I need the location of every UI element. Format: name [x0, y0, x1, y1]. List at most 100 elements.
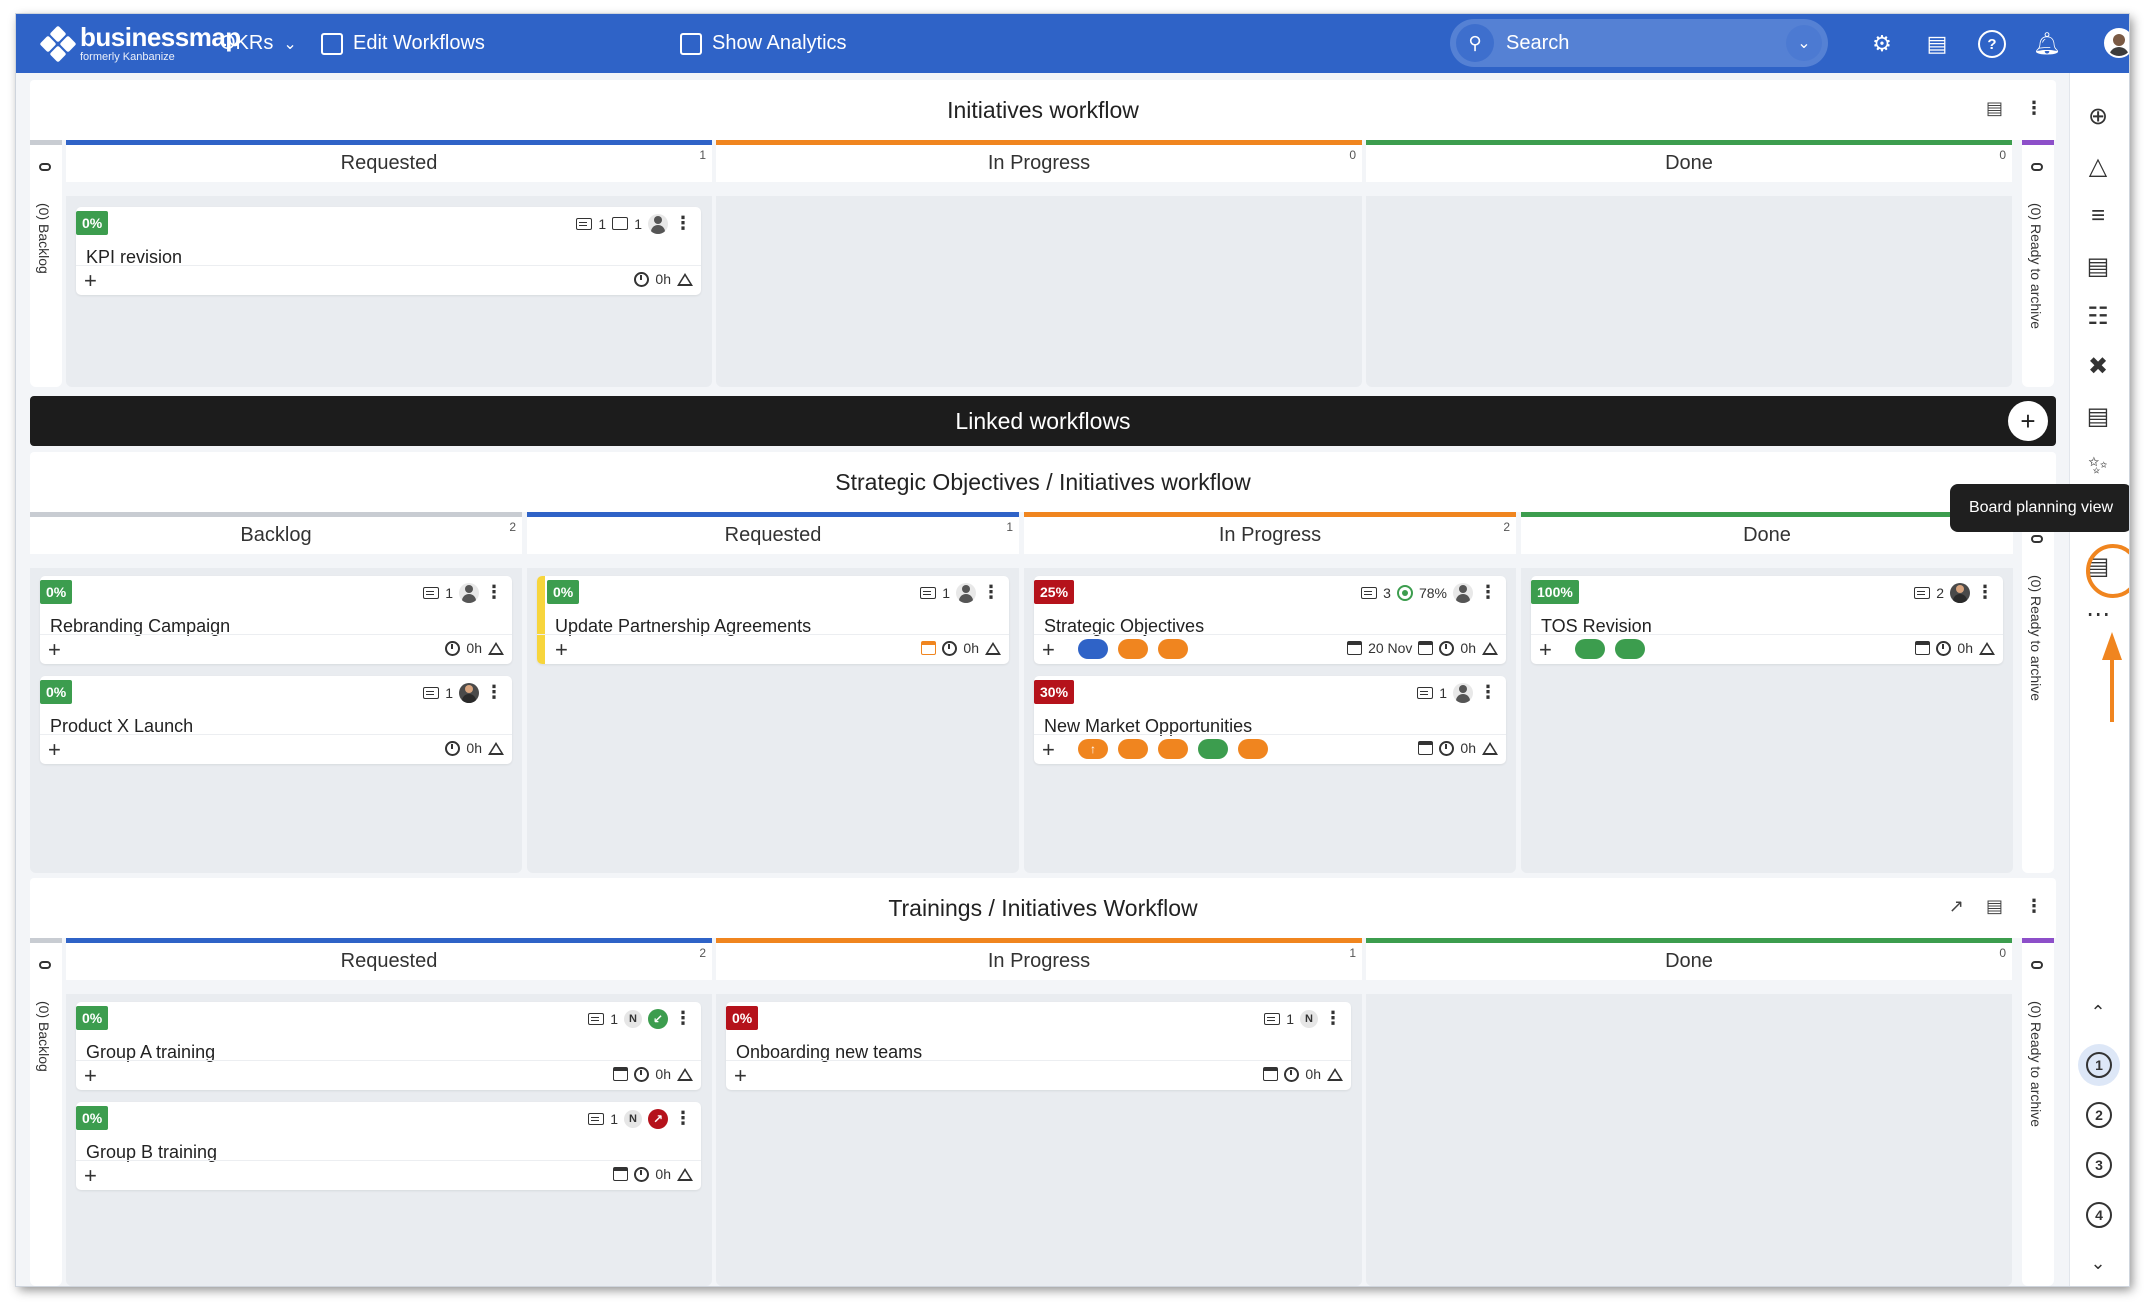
card-update-partnership-agreements[interactable]: 0% 1 ⋮ Update Partnership Agreements + 0… — [537, 576, 1009, 664]
notifications-bell-icon[interactable]: 🔔︎ — [2033, 30, 2061, 58]
initials-badge[interactable]: N — [624, 1009, 642, 1028]
child-card-tag[interactable] — [1158, 639, 1188, 659]
assignee-avatar-icon[interactable] — [1950, 582, 1970, 603]
blocker-icon[interactable] — [677, 1167, 693, 1181]
okrs-dropdown[interactable]: OKRs ⌄ — [220, 14, 297, 73]
child-card-tag[interactable] — [1615, 639, 1645, 659]
blocker-icon[interactable] — [1979, 641, 1995, 655]
card-menu-icon[interactable]: ⋮ — [674, 213, 692, 234]
collapse-toggle-icon[interactable] — [39, 961, 51, 969]
add-icon[interactable]: + — [48, 637, 61, 663]
card-menu-icon[interactable]: ⋮ — [982, 582, 1000, 603]
hierarchy-icon[interactable]: ☷ — [2083, 301, 2113, 331]
document-icon[interactable]: ▤ — [2083, 401, 2113, 431]
chevron-down-icon[interactable]: ⌄ — [2083, 1248, 2113, 1278]
collapse-toggle-icon[interactable] — [2031, 961, 2043, 969]
chevron-up-icon[interactable]: ⌃ — [2083, 997, 2113, 1027]
card-group-a-training[interactable]: 0% 1 N ↙ ⋮ Group A training + 0h — [76, 1002, 701, 1090]
sparkle-ai-icon[interactable]: ✨︎ — [2083, 451, 2113, 481]
blocker-icon[interactable] — [488, 641, 504, 655]
card-menu-icon[interactable]: ⋮ — [674, 1008, 692, 1029]
child-card-tag[interactable] — [1118, 639, 1148, 659]
show-analytics-button[interactable]: Show Analytics — [680, 14, 847, 73]
backlog-collapsed-column[interactable]: (0) Backlog — [30, 938, 62, 1286]
search-input[interactable] — [1506, 31, 1766, 55]
assignee-avatar-icon[interactable] — [459, 682, 479, 703]
more-options-icon[interactable]: ⋮ — [2025, 98, 2043, 119]
ready-to-archive-column[interactable]: (0) Ready to archive — [2022, 938, 2054, 1286]
blocker-icon[interactable] — [1482, 741, 1498, 755]
card-menu-icon[interactable]: ⋮ — [485, 582, 503, 603]
add-icon[interactable]: + — [84, 268, 97, 294]
add-icon[interactable]: + — [1042, 637, 1055, 663]
card-rebranding-campaign[interactable]: 0% 1 ⋮ Rebranding Campaign + 0h — [40, 576, 512, 664]
search-options-chevron-icon[interactable]: ⌄ — [1786, 25, 1822, 61]
assignee-avatar-icon[interactable] — [1453, 682, 1473, 703]
backlog-collapsed-column[interactable]: (0) Backlog — [30, 140, 62, 387]
card-tos-revision[interactable]: 100% 2 ⋮ TOS Revision + 0h — [1531, 576, 2003, 664]
card-product-x-launch[interactable]: 0% 1 ⋮ Product X Launch + 0h — [40, 676, 512, 764]
card-new-market-opportunities[interactable]: 30% 1 ⋮ New Market Opportunities + ↑ 0h — [1034, 676, 1506, 764]
help-icon[interactable]: ? — [1978, 30, 2006, 58]
card-group-b-training[interactable]: 0% 1 N ↗ ⋮ Group B training + 0h — [76, 1102, 701, 1190]
blocker-icon[interactable] — [1327, 1067, 1343, 1081]
level-3-button[interactable]: 3 — [2086, 1152, 2112, 1178]
assignee-avatar-icon[interactable] — [459, 582, 479, 603]
assignee-avatar-icon[interactable] — [956, 582, 976, 603]
card-menu-icon[interactable]: ⋮ — [485, 682, 503, 703]
edit-workflows-button[interactable]: Edit Workflows — [321, 14, 485, 73]
blocker-icon[interactable] — [1482, 641, 1498, 655]
shapes-icon[interactable]: △ — [2083, 151, 2113, 181]
level-4-button[interactable]: 4 — [2086, 1202, 2112, 1228]
briefcase-clock-icon[interactable]: ▤ — [2083, 251, 2113, 281]
level-1-button[interactable]: 1 — [2086, 1052, 2112, 1078]
open-external-icon[interactable]: ↗ — [1949, 896, 1964, 917]
planning-view-icon[interactable]: ▤ — [1986, 896, 2003, 917]
child-card-tag[interactable] — [1238, 739, 1268, 759]
add-linked-workflow-icon[interactable]: + — [2008, 401, 2048, 441]
planning-view-icon[interactable]: ▤ — [1986, 98, 2003, 119]
notes-clipboard-icon[interactable]: ▤ — [1923, 30, 1951, 58]
ready-to-archive-column[interactable]: (0) Ready to archive — [2022, 512, 2054, 873]
add-circle-icon[interactable]: ⊕ — [2083, 101, 2113, 131]
blocker-icon[interactable] — [677, 1067, 693, 1081]
card-kpi-revision[interactable]: 0% 1 1 ⋮ KPI revision + 0h — [76, 207, 701, 295]
add-icon[interactable]: + — [84, 1063, 97, 1089]
arrow-up-tag-icon[interactable]: ↑ — [1078, 739, 1108, 759]
collapse-toggle-icon[interactable] — [39, 163, 51, 171]
add-icon[interactable]: + — [734, 1063, 747, 1089]
assignee-avatar-icon[interactable] — [1453, 582, 1473, 603]
blocker-icon[interactable] — [677, 272, 693, 286]
initials-badge[interactable]: N — [1300, 1009, 1318, 1028]
level-2-button[interactable]: 2 — [2086, 1102, 2112, 1128]
card-menu-icon[interactable]: ⋮ — [1976, 582, 1994, 603]
blocker-icon[interactable] — [488, 741, 504, 755]
blocker-icon[interactable] — [985, 641, 1001, 655]
tools-icon[interactable]: ✖ — [2083, 351, 2113, 381]
ready-to-archive-column[interactable]: (0) Ready to archive — [2022, 140, 2054, 387]
card-menu-icon[interactable]: ⋮ — [1479, 682, 1497, 703]
more-options-icon[interactable]: ⋮ — [2025, 896, 2043, 917]
collapse-toggle-icon[interactable] — [2031, 163, 2043, 171]
child-card-tag[interactable] — [1158, 739, 1188, 759]
child-card-tag[interactable] — [1078, 639, 1108, 659]
child-card-tag[interactable] — [1198, 739, 1228, 759]
card-menu-icon[interactable]: ⋮ — [674, 1108, 692, 1129]
more-horizontal-icon[interactable]: ⋯ — [2083, 599, 2113, 629]
add-icon[interactable]: + — [84, 1163, 97, 1189]
child-card-tag[interactable] — [1118, 739, 1148, 759]
card-menu-icon[interactable]: ⋮ — [1324, 1008, 1342, 1029]
search-box[interactable]: ⚲ ⌄ — [1450, 19, 1828, 67]
card-menu-icon[interactable]: ⋮ — [1479, 582, 1497, 603]
collapse-toggle-icon[interactable] — [2031, 535, 2043, 543]
card-onboarding-new-teams[interactable]: 0% 1 N ⋮ Onboarding new teams + 0h — [726, 1002, 1351, 1090]
initials-badge[interactable]: N — [624, 1109, 642, 1128]
add-icon[interactable]: + — [1539, 637, 1552, 663]
add-icon[interactable]: + — [555, 637, 568, 663]
filter-icon[interactable]: ≡ — [2083, 201, 2113, 231]
brand-logo[interactable]: businessmap formerly Kanbanize — [39, 24, 241, 63]
assignee-avatar-icon[interactable] — [648, 213, 668, 234]
card-strategic-objectives[interactable]: 25% 3 78% ⋮ Strategic Objectives + 20 No… — [1034, 576, 1506, 664]
child-card-tag[interactable] — [1575, 639, 1605, 659]
add-icon[interactable]: + — [1042, 737, 1055, 763]
